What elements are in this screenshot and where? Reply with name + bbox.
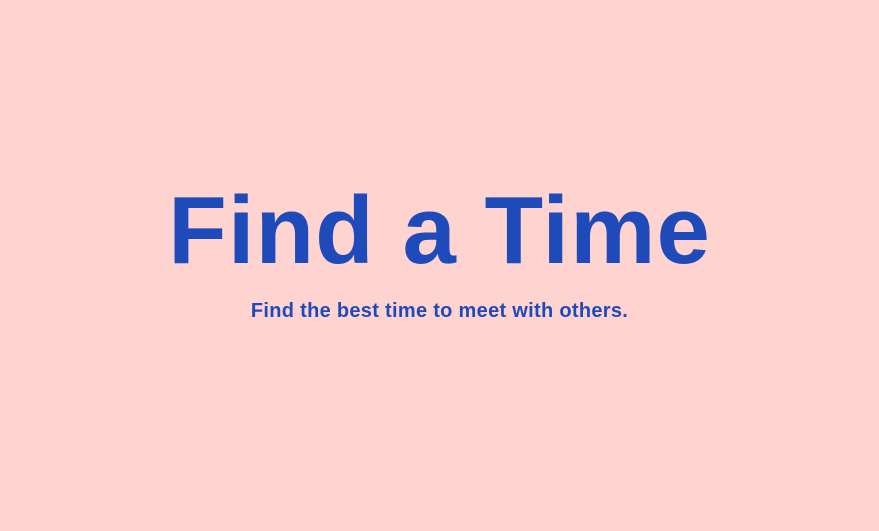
page-title: Find a Time (168, 177, 711, 284)
page-subtitle: Find the best time to meet with others. (250, 300, 629, 322)
